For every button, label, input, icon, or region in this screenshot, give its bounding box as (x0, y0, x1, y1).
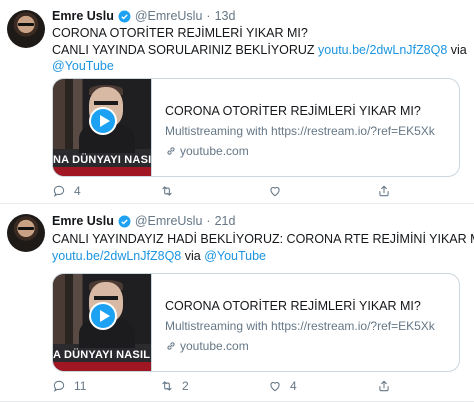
tweet-1[interactable]: Emre Uslu @EmreUslu · 13d CORONA OTORİTE… (0, 0, 474, 204)
retweet-count: 2 (182, 379, 189, 393)
share-button[interactable] (377, 184, 391, 198)
retweet-button[interactable] (160, 184, 182, 198)
separator-dot: · (206, 214, 211, 228)
like-count: 4 (290, 379, 297, 393)
retweet-button[interactable]: 2 (160, 379, 189, 393)
reply-button[interactable]: 4 (52, 184, 81, 198)
verified-badge-icon (118, 215, 131, 227)
separator-dot: · (206, 9, 211, 23)
like-icon (270, 382, 280, 392)
reply-count: 4 (74, 184, 81, 198)
tweet-link[interactable]: youtu.be/2dwLnJfZ8Q8 (52, 249, 181, 263)
tweet-text-line: CANLI YAYINDAYIZ HADİ BEKLİYORUZ: CORONA… (52, 232, 474, 246)
tweet-actions: 4 (52, 182, 452, 200)
tweet-actions: 11 2 4 (52, 377, 452, 395)
author-handle[interactable]: @EmreUslu (135, 9, 203, 23)
card-title: CORONA OTORİTER REJİMLERİ YIKAR MI? (165, 104, 421, 118)
verified-badge-icon (118, 10, 131, 22)
tweet-text: CANLI YAYINDAYIZ HADİ BEKLİYORUZ: CORONA… (52, 231, 474, 264)
card-description: Multistreaming with https://restream.io/… (165, 319, 435, 333)
reply-button[interactable]: 11 (52, 379, 86, 393)
reply-icon (53, 380, 65, 392)
video-thumbnail[interactable]: NA DÜNYAYI NASIL ETKİL (53, 79, 152, 176)
author-name[interactable]: Emre Uslu (52, 9, 114, 23)
tweet-header: Emre Uslu @EmreUslu · 13d (52, 8, 235, 24)
author-handle[interactable]: @EmreUslu (135, 214, 203, 228)
share-icon (379, 380, 389, 392)
tweet-text-line: CORONA OTORİTER REJİMLERİ YIKAR MI? (52, 26, 308, 40)
like-button[interactable] (268, 184, 290, 198)
link-preview-card[interactable]: NA DÜNYAYI NASIL ETKİL CORONA OTORİTER R… (52, 78, 460, 177)
play-icon[interactable] (89, 302, 117, 330)
link-icon (167, 147, 175, 155)
avatar[interactable] (7, 10, 45, 48)
thumbnail-banner-text: A DÜNYAYI NASIL ETKİL (53, 348, 151, 362)
timestamp[interactable]: 13d (215, 9, 236, 23)
tweet-header: Emre Uslu @EmreUslu · 21d (52, 213, 235, 229)
video-thumbnail[interactable]: A DÜNYAYI NASIL ETKİL (53, 274, 152, 371)
share-button[interactable] (377, 379, 391, 393)
youtube-mention[interactable]: @YouTube (52, 59, 114, 73)
play-icon[interactable] (89, 107, 117, 135)
tweet-text-line: @YouTube (52, 58, 467, 75)
card-description: Multistreaming with https://restream.io/… (165, 124, 435, 138)
card-title: CORONA OTORİTER REJİMLERİ YIKAR MI? (165, 299, 421, 313)
card-domain: youtube.com (165, 339, 249, 353)
author-name[interactable]: Emre Uslu (52, 214, 114, 228)
retweet-icon (162, 381, 172, 391)
reply-count: 11 (74, 379, 87, 393)
tweet-text-line: CANLI YAYINDA SORULARINIZ BEKLİYORUZ you… (52, 42, 467, 57)
youtube-mention[interactable]: @YouTube (204, 249, 266, 263)
like-button[interactable]: 4 (268, 379, 297, 393)
tweet-link[interactable]: youtu.be/2dwLnJfZ8Q8 (318, 43, 447, 57)
timestamp[interactable]: 21d (215, 214, 236, 228)
share-icon (379, 185, 389, 197)
like-icon (270, 187, 280, 197)
link-preview-card[interactable]: A DÜNYAYI NASIL ETKİL CORONA OTORİTER RE… (52, 273, 460, 372)
thumbnail-banner-text: NA DÜNYAYI NASIL ETKİL (53, 153, 152, 167)
link-icon (167, 342, 175, 350)
reply-icon (53, 185, 65, 197)
tweet-text-line: youtu.be/2dwLnJfZ8Q8 via @YouTube (52, 248, 266, 263)
card-domain: youtube.com (165, 144, 249, 158)
retweet-icon (162, 186, 172, 196)
avatar[interactable] (7, 214, 45, 252)
tweet-2[interactable]: Emre Uslu @EmreUslu · 21d CANLI YAYINDAY… (0, 204, 474, 402)
tweet-text: CORONA OTORİTER REJİMLERİ YIKAR MI? CANL… (52, 25, 467, 75)
